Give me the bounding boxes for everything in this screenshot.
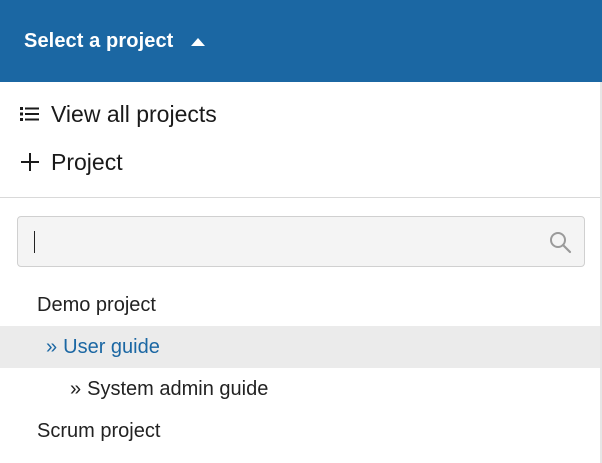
project-selector-dropdown: Select a project View all projects Proje… xyxy=(0,0,602,463)
new-project-link[interactable]: Project xyxy=(20,144,123,180)
list-icon xyxy=(20,107,39,121)
project-name: User guide xyxy=(63,335,160,358)
project-list: Demo project » User guide » System admin… xyxy=(0,284,600,452)
project-item-scrum-project[interactable]: Scrum project xyxy=(0,410,600,452)
project-name: Scrum project xyxy=(37,419,161,442)
menu-divider xyxy=(0,197,600,198)
project-item-system-admin-guide[interactable]: » System admin guide xyxy=(0,368,600,410)
project-search-box xyxy=(17,216,585,267)
project-item-demo-project[interactable]: Demo project xyxy=(0,284,600,326)
plus-icon xyxy=(21,153,39,171)
new-project-label: Project xyxy=(51,148,123,175)
nesting-prefix: » xyxy=(46,335,58,358)
text-cursor xyxy=(34,231,35,253)
project-name: System admin guide xyxy=(87,377,269,400)
select-project-label: Select a project xyxy=(24,29,174,52)
project-name: Demo project xyxy=(37,293,156,316)
view-all-projects-link[interactable]: View all projects xyxy=(20,96,217,132)
select-project-toggle[interactable]: Select a project xyxy=(0,0,602,82)
project-item-user-guide[interactable]: » User guide xyxy=(0,326,600,368)
nesting-prefix: » xyxy=(70,377,82,400)
project-search-input[interactable] xyxy=(18,217,584,266)
view-all-projects-label: View all projects xyxy=(51,100,217,127)
search-icon[interactable] xyxy=(548,230,572,254)
caret-up-icon xyxy=(191,38,206,46)
